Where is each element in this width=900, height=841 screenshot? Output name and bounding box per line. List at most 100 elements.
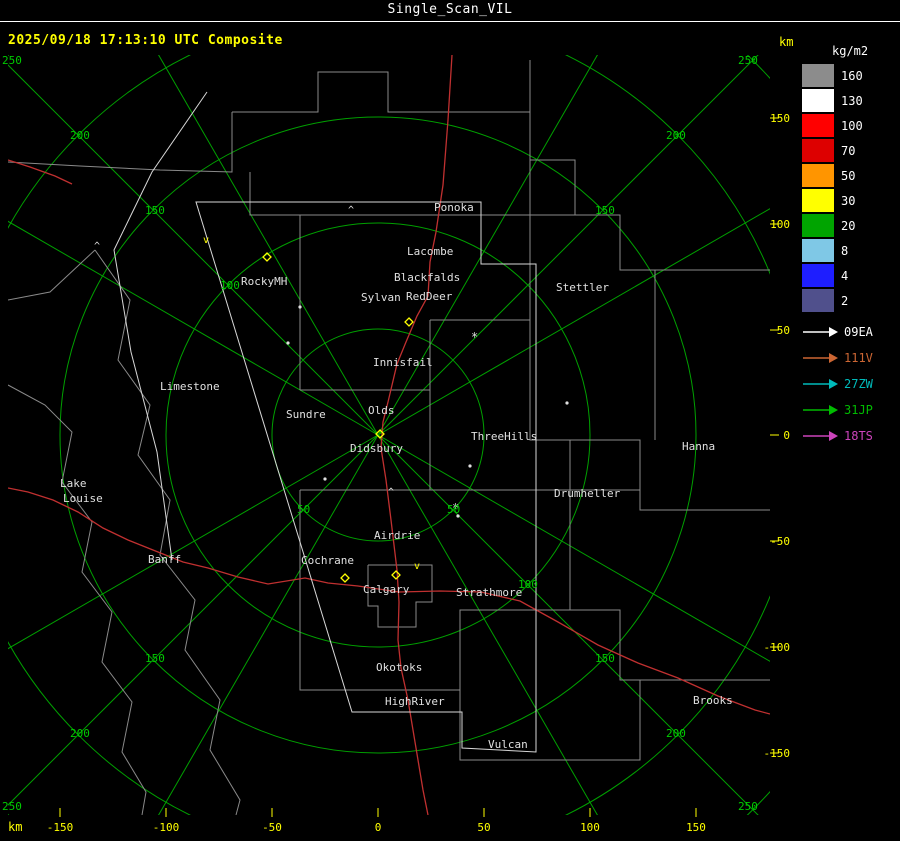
right-axis-tick-label: 100 bbox=[770, 218, 790, 231]
legend-level-value: 20 bbox=[841, 218, 856, 233]
track-arrow-head bbox=[829, 379, 838, 389]
town-label: Stettler bbox=[556, 281, 609, 294]
town-label: Hanna bbox=[682, 440, 715, 453]
radar-app-window: Single_Scan_VIL 2025/09/18 17:13:10 UTC … bbox=[0, 0, 900, 841]
town-label: HighRiver bbox=[385, 695, 445, 708]
town-label: Limestone bbox=[160, 380, 220, 393]
legend-color-swatch bbox=[802, 139, 834, 162]
range-ring-label: 200 bbox=[666, 727, 686, 740]
storm-track-row: 18TS bbox=[802, 423, 898, 449]
town-label: Sylvan bbox=[361, 291, 401, 304]
track-arrow-icon bbox=[803, 353, 838, 363]
town-label: Sundre bbox=[286, 408, 326, 421]
azimuth-line bbox=[8, 64, 379, 436]
range-ring-label: 150 bbox=[595, 652, 615, 665]
legend-level-row: 100 bbox=[802, 113, 898, 138]
legend-level-row: 20 bbox=[802, 213, 898, 238]
azimuth-line bbox=[8, 434, 379, 806]
range-ring bbox=[8, 55, 770, 815]
town-label: Okotoks bbox=[376, 661, 422, 674]
bottom-axis-tick-label: -150 bbox=[47, 821, 74, 834]
boundary-line bbox=[529, 320, 770, 511]
town-label: Vulcan bbox=[488, 738, 528, 751]
right-axis-tick-label: 0 bbox=[783, 429, 790, 442]
town-label: Ponoka bbox=[434, 201, 474, 214]
dot-marker bbox=[298, 305, 302, 309]
legend-color-swatch bbox=[802, 64, 834, 87]
town-label: ThreeHills bbox=[471, 430, 537, 443]
bottom-axis-unit: km bbox=[8, 820, 22, 834]
range-ring-label: 100 bbox=[220, 279, 240, 292]
asterisk-marker: * bbox=[471, 330, 478, 344]
azimuth-line bbox=[377, 55, 759, 436]
legend-level-row: 70 bbox=[802, 138, 898, 163]
right-axis-tick-label: -100 bbox=[764, 641, 791, 654]
storm-track-row: 111V bbox=[802, 345, 898, 371]
town-label: Airdrie bbox=[374, 529, 420, 542]
legend-level-value: 50 bbox=[841, 168, 856, 183]
legend-color-swatch bbox=[802, 114, 834, 137]
legend-level-row: 4 bbox=[802, 263, 898, 288]
boundary-line bbox=[8, 384, 147, 815]
legend-color-swatch bbox=[802, 289, 834, 312]
storm-track-row: 31JP bbox=[802, 397, 898, 423]
town-label: RockyMH bbox=[241, 275, 287, 288]
legend-level-value: 130 bbox=[841, 93, 863, 108]
range-ring-label: 150 bbox=[595, 204, 615, 217]
track-arrow-head bbox=[829, 353, 838, 363]
bottom-axis-tick-label: 0 bbox=[375, 821, 382, 834]
range-ring-label: 250 bbox=[2, 800, 22, 813]
town-label: Calgary bbox=[363, 583, 410, 596]
v-marker: v bbox=[203, 235, 209, 246]
range-ring-label: 200 bbox=[666, 129, 686, 142]
legend-level-value: 160 bbox=[841, 68, 863, 83]
range-ring-label: 200 bbox=[70, 129, 90, 142]
legend-level-row: 30 bbox=[802, 188, 898, 213]
storm-track-row: 27ZW bbox=[802, 371, 898, 397]
town-label: Cochrane bbox=[301, 554, 354, 567]
boundary-line bbox=[8, 249, 96, 301]
town-label: Innisfail bbox=[373, 356, 433, 369]
boundary-line bbox=[232, 71, 530, 113]
right-axis-tick-label: 150 bbox=[770, 112, 790, 125]
boundary-line bbox=[94, 249, 241, 815]
track-arrow-icon bbox=[803, 431, 838, 441]
legend-level-value: 30 bbox=[841, 193, 856, 208]
legend-color-swatch bbox=[802, 239, 834, 262]
range-ring-label: 150 bbox=[145, 652, 165, 665]
track-id-label: 111V bbox=[844, 351, 873, 365]
track-id-label: 31JP bbox=[844, 403, 873, 417]
town-label: Lake bbox=[60, 477, 87, 490]
town-label: Lacombe bbox=[407, 245, 453, 258]
range-ring-label: 150 bbox=[145, 204, 165, 217]
storm-track-legend: 09EA 111V 27ZW 31JP 18TS bbox=[802, 319, 898, 449]
azimuth-line bbox=[8, 220, 379, 436]
right-axis-tick-label: -150 bbox=[764, 747, 791, 760]
boundary-line bbox=[459, 440, 571, 690]
caret-marker: ^ bbox=[388, 487, 394, 498]
legend-level-value: 2 bbox=[841, 293, 849, 308]
legend-level-row: 130 bbox=[802, 88, 898, 113]
boundary-line bbox=[529, 60, 576, 215]
caret-marker: ^ bbox=[348, 205, 354, 216]
range-ring-label: 250 bbox=[738, 800, 758, 813]
legend-level-row: 160 bbox=[802, 63, 898, 88]
range-ring-label: 50 bbox=[447, 503, 460, 516]
azimuth-line bbox=[158, 434, 379, 815]
town-label: Strathmore bbox=[456, 586, 522, 599]
radar-coverage-outline bbox=[113, 91, 208, 561]
caret-marker: ^ bbox=[94, 241, 100, 252]
vil-color-legend: kg/m2 160 130 100 70 50 30 20 8 4 2 09EA 111V 27ZW 3… bbox=[802, 44, 898, 449]
dot-marker bbox=[323, 477, 327, 481]
town-label: Louise bbox=[63, 492, 103, 505]
bottom-axis-tick-label: -50 bbox=[262, 821, 282, 834]
radar-map-canvas[interactable]: Ponoka Lacombe Blackfalds Sylvan RedDeer Stet… bbox=[0, 0, 900, 841]
town-label: Blackfalds bbox=[394, 271, 460, 284]
dot-marker bbox=[565, 401, 569, 405]
azimuth-line bbox=[8, 434, 379, 650]
site-diamond-marker bbox=[404, 317, 414, 327]
legend-levels: 160 130 100 70 50 30 20 8 4 2 bbox=[802, 63, 898, 313]
track-arrow-head bbox=[829, 327, 838, 337]
legend-color-swatch bbox=[802, 214, 834, 237]
right-axis-unit: km bbox=[779, 35, 793, 49]
